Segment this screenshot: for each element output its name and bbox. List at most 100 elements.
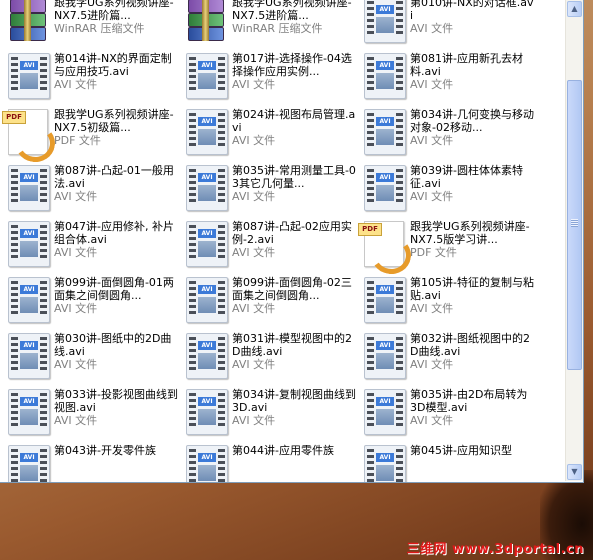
file-text: 跟我学UG系列视频讲座-NX7.5进阶篇... WinRAR 压缩文件 bbox=[52, 0, 178, 35]
file-type: AVI 文件 bbox=[232, 302, 276, 315]
file-name: 第087讲-凸起-01一般用法.avi bbox=[54, 164, 174, 190]
avi-icon: AVI bbox=[2, 443, 52, 482]
avi-icon: AVI bbox=[180, 51, 230, 101]
file-item[interactable]: AVI 第035讲-由2D布局转为3D模型.avi AVI 文件 bbox=[358, 384, 536, 440]
file-item[interactable]: PDF 跟我学UG系列视频讲座-NX7.5版学习讲... PDF 文件 bbox=[358, 216, 536, 278]
file-item[interactable]: AVI 第033讲-投影视图曲线到视图.avi AVI 文件 bbox=[2, 384, 180, 440]
avi-icon: AVI bbox=[180, 275, 230, 325]
file-name: 跟我学UG系列视频讲座-NX7.5初级篇... bbox=[54, 108, 174, 134]
file-item[interactable]: AVI 第087讲-凸起-01一般用法.avi AVI 文件 bbox=[2, 160, 180, 216]
file-item[interactable]: AVI 第014讲-NX的界面定制与应用技巧.avi AVI 文件 bbox=[2, 48, 180, 104]
avi-icon: AVI bbox=[180, 387, 230, 437]
file-name: 第087讲-凸起-02应用实例-2.avi bbox=[232, 220, 352, 246]
file-type: AVI 文件 bbox=[232, 246, 276, 259]
file-item[interactable]: AVI 第031讲-模型视图中的2D曲线.avi AVI 文件 bbox=[180, 328, 358, 384]
scroll-up-button[interactable]: ▲ bbox=[567, 1, 582, 17]
file-item[interactable]: AVI 第047讲-应用修补, 补片组合体.avi AVI 文件 bbox=[2, 216, 180, 272]
file-text: 第044讲-应用零件族 bbox=[230, 440, 356, 470]
file-text: 第087讲-凸起-01一般用法.avi AVI 文件 bbox=[52, 160, 178, 203]
file-type: AVI 文件 bbox=[54, 302, 98, 315]
avi-icon: AVI bbox=[180, 443, 230, 482]
file-type: PDF 文件 bbox=[54, 134, 101, 147]
avi-icon: AVI bbox=[358, 107, 408, 157]
file-type: AVI 文件 bbox=[410, 134, 454, 147]
file-text: 跟我学UG系列视频讲座-NX7.5版学习讲... PDF 文件 bbox=[408, 216, 534, 259]
file-item[interactable]: AVI 第010讲-NX的对话框.avi AVI 文件 bbox=[358, 0, 536, 48]
file-text: 第105讲-特征的复制与粘贴.avi AVI 文件 bbox=[408, 272, 534, 315]
file-item[interactable]: AVI 第099讲-面倒圆角-02三面集之间倒圆角... AVI 文件 bbox=[180, 272, 358, 328]
file-text: 跟我学UG系列视频讲座-NX7.5初级篇... PDF 文件 bbox=[52, 104, 178, 147]
file-type: PDF 文件 bbox=[410, 246, 457, 259]
avi-icon: AVI bbox=[358, 163, 408, 213]
file-item[interactable]: AVI 第043讲-开发零件族 bbox=[2, 440, 180, 482]
scroll-thumb[interactable] bbox=[567, 80, 582, 370]
file-text: 第043讲-开发零件族 bbox=[52, 440, 178, 470]
file-item[interactable]: AVI 第035讲-常用测量工具-03其它几何量... AVI 文件 bbox=[180, 160, 358, 216]
file-name: 第099讲-面倒圆角-01两面集之间倒圆角... bbox=[54, 276, 174, 302]
file-item[interactable]: AVI 第024讲-视图布局管理.avi AVI 文件 bbox=[180, 104, 358, 160]
file-type: AVI 文件 bbox=[232, 414, 276, 427]
file-item[interactable]: AVI 第032讲-图纸视图中的2D曲线.avi AVI 文件 bbox=[358, 328, 536, 384]
file-text: 第030讲-图纸中的2D曲线.avi AVI 文件 bbox=[52, 328, 178, 371]
avi-icon: AVI bbox=[180, 331, 230, 381]
file-type: AVI 文件 bbox=[410, 358, 454, 371]
file-item[interactable]: AVI 第030讲-图纸中的2D曲线.avi AVI 文件 bbox=[2, 328, 180, 384]
file-item[interactable]: PDF 跟我学UG系列视频讲座-NX7.5初级篇... PDF 文件 bbox=[2, 104, 180, 166]
file-name: 第034讲-几何变换与移动对象-02移动... bbox=[410, 108, 534, 134]
explorer-window: 跟我学UG系列视频讲座-NX7.5进阶篇... WinRAR 压缩文件 跟我学UG系… bbox=[0, 0, 584, 483]
avi-icon: AVI bbox=[358, 275, 408, 325]
file-text: 跟我学UG系列视频讲座-NX7.5进阶篇... WinRAR 压缩文件 bbox=[230, 0, 356, 35]
file-name: 第044讲-应用零件族 bbox=[232, 444, 334, 457]
scroll-down-button[interactable]: ▼ bbox=[567, 464, 582, 480]
avi-icon: AVI bbox=[358, 443, 408, 482]
file-item[interactable]: AVI 第034讲-几何变换与移动对象-02移动... AVI 文件 bbox=[358, 104, 536, 160]
file-type: AVI 文件 bbox=[232, 358, 276, 371]
file-name: 第043讲-开发零件族 bbox=[54, 444, 156, 457]
file-type: AVI 文件 bbox=[54, 78, 98, 91]
file-text: 第024讲-视图布局管理.avi AVI 文件 bbox=[230, 104, 356, 147]
file-text: 第034讲-复制视图曲线到3D.avi AVI 文件 bbox=[230, 384, 356, 427]
file-item[interactable]: AVI 第099讲-面倒圆角-01两面集之间倒圆角... AVI 文件 bbox=[2, 272, 180, 328]
file-text: 第035讲-由2D布局转为3D模型.avi AVI 文件 bbox=[408, 384, 534, 427]
file-text: 第032讲-图纸视图中的2D曲线.avi AVI 文件 bbox=[408, 328, 534, 371]
file-item[interactable]: AVI 第044讲-应用零件族 bbox=[180, 440, 358, 482]
file-name: 第030讲-图纸中的2D曲线.avi bbox=[54, 332, 172, 358]
file-name: 第032讲-图纸视图中的2D曲线.avi bbox=[410, 332, 530, 358]
avi-icon: AVI bbox=[358, 51, 408, 101]
avi-icon: AVI bbox=[180, 163, 230, 213]
file-name: 跟我学UG系列视频讲座-NX7.5进阶篇... bbox=[54, 0, 174, 22]
file-item[interactable]: AVI 第105讲-特征的复制与粘贴.avi AVI 文件 bbox=[358, 272, 536, 328]
file-text: 第081讲-应用新孔去材料.avi AVI 文件 bbox=[408, 48, 534, 91]
avi-icon: AVI bbox=[358, 387, 408, 437]
vertical-scrollbar[interactable]: ▲ ▼ bbox=[565, 0, 583, 481]
file-name: 第034讲-复制视图曲线到3D.avi bbox=[232, 388, 356, 414]
file-type: AVI 文件 bbox=[410, 302, 454, 315]
file-item[interactable]: AVI 第039讲-圆柱体体素特征.avi AVI 文件 bbox=[358, 160, 536, 216]
pdf-icon: PDF bbox=[358, 219, 414, 278]
file-item[interactable]: AVI 第034讲-复制视图曲线到3D.avi AVI 文件 bbox=[180, 384, 358, 440]
file-item[interactable]: AVI 第017讲-选择操作-04选择操作应用实例... AVI 文件 bbox=[180, 48, 358, 104]
avi-icon: AVI bbox=[358, 331, 408, 381]
file-type: AVI 文件 bbox=[232, 134, 276, 147]
file-name: 第035讲-常用测量工具-03其它几何量... bbox=[232, 164, 356, 190]
file-item[interactable]: AVI 第087讲-凸起-02应用实例-2.avi AVI 文件 bbox=[180, 216, 358, 272]
file-type: WinRAR 压缩文件 bbox=[232, 22, 323, 35]
file-name: 第024讲-视图布局管理.avi bbox=[232, 108, 356, 134]
avi-icon: AVI bbox=[2, 387, 52, 437]
file-item[interactable]: AVI 第081讲-应用新孔去材料.avi AVI 文件 bbox=[358, 48, 536, 104]
pdf-icon: PDF bbox=[2, 107, 58, 166]
file-text: 第033讲-投影视图曲线到视图.avi AVI 文件 bbox=[52, 384, 178, 427]
file-text: 第017讲-选择操作-04选择操作应用实例... AVI 文件 bbox=[230, 48, 356, 91]
file-text: 第031讲-模型视图中的2D曲线.avi AVI 文件 bbox=[230, 328, 356, 371]
file-text: 第014讲-NX的界面定制与应用技巧.avi AVI 文件 bbox=[52, 48, 178, 91]
file-type: AVI 文件 bbox=[410, 190, 454, 203]
file-item[interactable]: 跟我学UG系列视频讲座-NX7.5进阶篇... WinRAR 压缩文件 bbox=[2, 0, 180, 48]
file-name: 第045讲-应用知识型 bbox=[410, 444, 512, 457]
file-name: 第081讲-应用新孔去材料.avi bbox=[410, 52, 523, 78]
file-name: 第035讲-由2D布局转为3D模型.avi bbox=[410, 388, 528, 414]
file-item[interactable]: AVI 第045讲-应用知识型 bbox=[358, 440, 536, 482]
file-name: 第033讲-投影视图曲线到视图.avi bbox=[54, 388, 178, 414]
file-text: 第039讲-圆柱体体素特征.avi AVI 文件 bbox=[408, 160, 534, 203]
avi-icon: AVI bbox=[2, 275, 52, 325]
file-item[interactable]: 跟我学UG系列视频讲座-NX7.5进阶篇... WinRAR 压缩文件 bbox=[180, 0, 358, 48]
